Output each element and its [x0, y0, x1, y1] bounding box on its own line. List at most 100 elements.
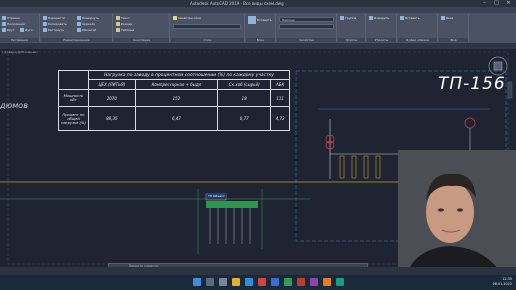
ribbon-group-annotation: Текст Размер Таблица Аннотации — [114, 14, 170, 42]
insert-block-button[interactable]: Вставить — [248, 16, 272, 24]
word-icon[interactable] — [271, 278, 279, 286]
window-title: Autodesk AutoCAD 2019 · Все виды схем.dw… — [190, 1, 284, 6]
edge-icon[interactable] — [245, 278, 253, 286]
ribbon-group-layers: Свойства слоя Слои — [171, 14, 245, 42]
copy-button[interactable]: Копировать — [43, 22, 67, 26]
table-cell: 4,72 — [270, 106, 290, 131]
ribbon-group-modify: Перенести Копировать Растянуть Повернуть… — [41, 14, 113, 42]
ribbon-group-label: Утилиты — [367, 38, 396, 42]
table-cell: 111 — [270, 89, 290, 107]
rotate-icon — [77, 16, 81, 20]
start-icon[interactable] — [193, 278, 201, 286]
chrome-icon[interactable] — [258, 278, 266, 286]
status-bar: Модель Лист1 Лист2 МОДЕЛЬ — [0, 267, 516, 285]
person-image — [398, 150, 516, 275]
mirror-icon — [77, 22, 81, 26]
app-icon[interactable] — [336, 278, 344, 286]
copy-icon — [43, 22, 47, 26]
circle-button[interactable]: Круг — [2, 28, 14, 32]
ribbon-group-view: База Вид — [439, 14, 469, 42]
stretch-icon — [43, 28, 47, 32]
move-button[interactable]: Перенести — [43, 16, 65, 20]
scale-icon — [77, 28, 81, 32]
ribbon-group-properties: ПоСлою Свойства — [277, 14, 337, 42]
group-icon — [340, 16, 344, 20]
polyline-button[interactable]: Полилиния — [2, 22, 25, 26]
explorer-icon[interactable] — [232, 278, 240, 286]
load-table: Нагрузка по заводу в процентном соотноше… — [58, 70, 290, 131]
property-dropdown[interactable]: ПоСлою — [279, 17, 334, 22]
table-button[interactable]: Таблица — [116, 28, 134, 32]
table-header: Нагрузка по заводу в процентном соотноше… — [88, 70, 290, 80]
ribbon-group-label: Слои — [171, 38, 244, 42]
minimize-button[interactable]: – — [480, 0, 489, 7]
breaker-symbol — [363, 155, 369, 179]
generator-symbol — [464, 117, 476, 129]
ribbon-group-label: Вид — [439, 38, 468, 42]
webcam-overlay — [398, 150, 516, 275]
base-icon — [441, 16, 445, 20]
row-header: Процент по общей нагрузке (%) — [58, 106, 89, 131]
dimension-button[interactable]: Размер — [116, 22, 132, 26]
view-controls[interactable]: [-][Сверху][2D-каркас] — [2, 50, 37, 54]
group-button[interactable]: Группа — [340, 16, 356, 20]
line-button[interactable]: Отрезок — [2, 16, 20, 20]
search-icon[interactable] — [206, 278, 214, 286]
base-button[interactable]: База — [441, 16, 453, 20]
ribbon-group-block: Вставить Блок — [246, 14, 276, 42]
table-cell: 2070 — [88, 89, 136, 107]
close-button[interactable]: ✕ — [504, 0, 513, 7]
text-icon — [116, 16, 120, 20]
app-icon[interactable] — [323, 278, 331, 286]
ribbon-group-label: Блок — [246, 38, 275, 42]
ribbon-group-groups: Группа Группы — [338, 14, 366, 42]
ribbon-group-label: Редактирование — [41, 38, 112, 42]
circle-icon — [2, 28, 6, 32]
mirror-button[interactable]: Зеркало — [77, 22, 95, 26]
insert-icon — [248, 16, 256, 24]
excel-icon[interactable] — [284, 278, 292, 286]
measure-button[interactable]: Измерить — [369, 16, 389, 20]
scale-button[interactable]: Масштаб — [77, 28, 96, 32]
task-view-icon[interactable] — [219, 278, 227, 286]
title-bar: Autodesk AutoCAD 2019 · Все виды схем.dw… — [0, 0, 516, 7]
arc-button[interactable]: Дуга — [20, 28, 33, 32]
layer-properties-button[interactable]: Свойства слоя — [173, 16, 201, 20]
paste-button[interactable]: Вставить — [400, 16, 420, 20]
column-header: АБК — [270, 79, 290, 90]
polyline-icon — [2, 22, 6, 26]
paste-icon — [400, 16, 404, 20]
breaker-symbol — [339, 155, 345, 179]
table-cell: 88,35 — [88, 106, 136, 131]
drawing-text-left: дюмов — [0, 101, 28, 110]
ribbon-group-label: Свойства — [277, 38, 336, 42]
breaker-symbol — [351, 155, 357, 179]
text-button[interactable]: Текст — [116, 16, 130, 20]
table-cell: 6,47 — [134, 106, 219, 131]
ribbon-group-label: Буфер обмена — [398, 38, 437, 42]
table-cell: 18 — [217, 89, 272, 107]
measure-icon — [369, 16, 373, 20]
linetype-dropdown[interactable] — [279, 24, 334, 29]
line-icon — [2, 16, 6, 20]
table-cell: 152 — [134, 89, 219, 107]
table-corner-cell — [58, 70, 89, 90]
app-icon[interactable] — [310, 278, 318, 286]
maximize-button[interactable]: □ — [492, 0, 501, 7]
viewcube-icon[interactable] — [486, 52, 514, 102]
layer-dropdown[interactable] — [173, 24, 241, 29]
rotate-button[interactable]: Повернуть — [77, 16, 99, 20]
breaker-symbol — [375, 155, 381, 179]
stretch-button[interactable]: Растянуть — [43, 28, 64, 32]
system-clock[interactable]: 12:35 06.01.2022 — [493, 277, 512, 287]
autocad-icon[interactable] — [297, 278, 305, 286]
dimension-icon — [116, 22, 120, 26]
clock-date: 06.01.2022 — [492, 282, 512, 286]
column-header: ЦЕХ (ЛИТЬЯ) — [88, 79, 136, 90]
navigation-bar[interactable] — [486, 52, 514, 102]
move-icon — [43, 16, 47, 20]
ribbon-group-utilities: Измерить Утилиты — [367, 14, 397, 42]
column-header: Компрессорная + быдл — [134, 79, 219, 90]
layers-icon — [173, 16, 177, 20]
ribbon: Отрезок Полилиния Круг Дуга Рисование Пе… — [0, 13, 516, 43]
